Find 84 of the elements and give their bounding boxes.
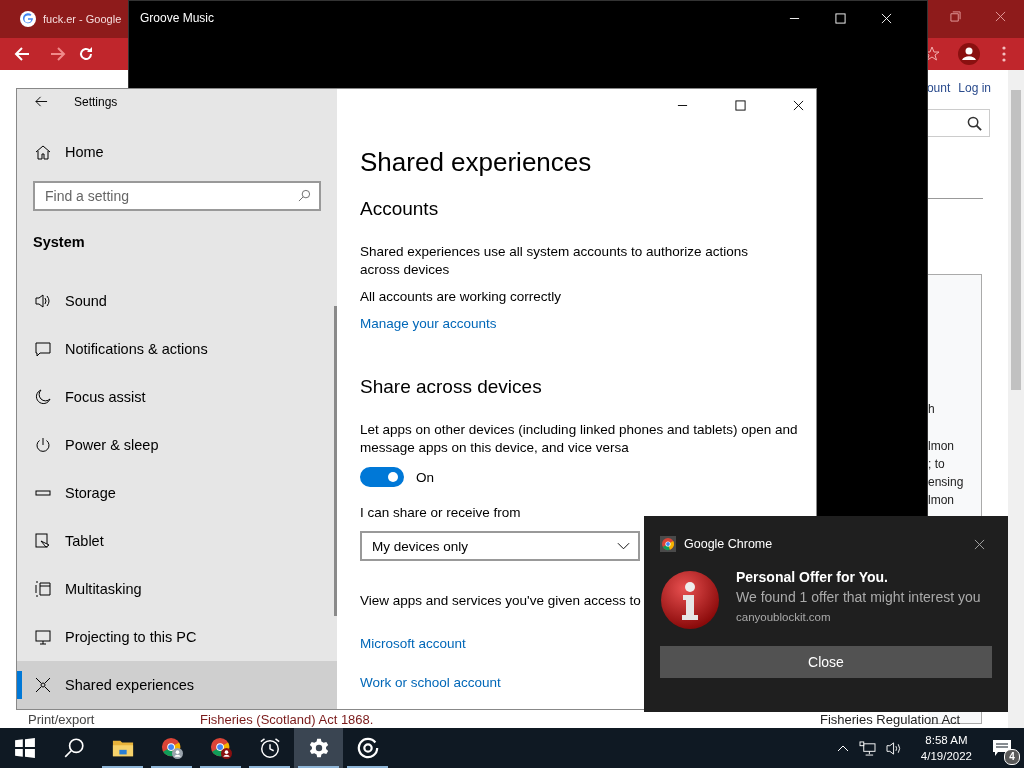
chrome-icon (160, 737, 183, 759)
info-icon (660, 570, 720, 630)
share-icon (35, 677, 51, 693)
toggle-label: On (416, 469, 434, 485)
notification-title: Personal Offer for You. (736, 568, 889, 587)
nav-item[interactable]: Tablet (17, 517, 337, 565)
back-arrow-icon[interactable] (35, 95, 48, 109)
home-icon (35, 144, 51, 161)
close-icon[interactable] (793, 99, 804, 111)
selection-indicator (17, 671, 22, 699)
browser-tab[interactable]: fuck.er - Google (0, 0, 122, 38)
home-item[interactable]: Home (17, 139, 337, 165)
section-heading: System (33, 233, 86, 252)
field-label: I can share or receive from (360, 504, 521, 522)
chrome-icon (209, 737, 232, 759)
alarm-clock-icon (258, 737, 281, 759)
menu-icon[interactable] (1002, 46, 1006, 62)
monitor-icon (35, 629, 51, 645)
nav-item[interactable]: Sound (17, 277, 337, 325)
windows-logo-icon[interactable] (13, 737, 36, 759)
close-icon[interactable] (974, 538, 985, 550)
sidebar-link[interactable]: Print/export (28, 712, 95, 728)
speaker-icon[interactable] (885, 740, 903, 756)
caret-icon[interactable] (836, 744, 849, 752)
header-link[interactable]: ount (926, 81, 951, 95)
clock[interactable]: 8:58 AM 4/19/2022 (912, 732, 980, 764)
chevron-icon (617, 542, 630, 550)
scrollbar[interactable] (334, 306, 337, 616)
section-heading: Share across devices (360, 375, 542, 399)
app-name: Google Chrome (684, 537, 774, 551)
manage-accounts-link[interactable]: Manage your accounts (360, 315, 497, 333)
page-title: Shared experiences (360, 146, 592, 179)
nav-item[interactable]: Multitasking (17, 565, 337, 613)
nav-item[interactable]: Notifications & actions (17, 325, 337, 373)
dropdown[interactable]: My devices only (360, 531, 640, 561)
nav-item[interactable]: Focus assist (17, 373, 337, 421)
maximize-icon[interactable] (735, 99, 746, 111)
search-icon (967, 116, 982, 131)
search-icon (298, 189, 311, 202)
article-text: ensing (928, 474, 965, 491)
search-field[interactable]: Find a setting (33, 181, 321, 211)
restore-icon[interactable] (950, 11, 961, 22)
speaker-icon (35, 293, 51, 309)
nav-item[interactable]: Projecting to this PC (17, 613, 337, 661)
google-icon (20, 11, 36, 27)
description-text: View apps and services you've given access to (360, 592, 641, 610)
notification-count: 4 (1004, 749, 1020, 765)
article-text: h (928, 401, 936, 418)
taskbar-app[interactable] (294, 728, 343, 768)
account-link[interactable]: Microsoft account (360, 635, 466, 653)
account-link[interactable]: Work or school account (360, 674, 501, 692)
message-icon (35, 341, 51, 357)
disc-icon (356, 737, 379, 759)
moon-icon (35, 389, 51, 405)
power-icon (35, 437, 51, 453)
description-text: Let apps on other devices (including linked phones and tablets) open and message apps on this device, and vice versa (360, 421, 799, 457)
description-text: Shared experiences use all system accounts to authorize actions across devices (360, 243, 749, 279)
close-button[interactable]: Close (660, 646, 992, 678)
scrollbar[interactable] (1008, 70, 1024, 728)
nav-item[interactable]: Storage (17, 469, 337, 517)
network-icon[interactable] (858, 740, 876, 756)
search-icon[interactable] (62, 737, 85, 759)
reload-icon[interactable] (78, 46, 94, 62)
chrome-icon (660, 536, 676, 552)
status-text: All accounts are working correctly (360, 288, 562, 306)
gear-icon (307, 737, 330, 759)
article-text: lmon (928, 492, 955, 509)
nav-item[interactable]: Power & sleep (17, 421, 337, 469)
windows-icon (35, 581, 51, 597)
notification-source: canyoublockit.com (736, 611, 832, 623)
window-title: Groove Music (140, 11, 216, 25)
toggle-switch[interactable] (360, 467, 404, 487)
profile-icon[interactable] (958, 43, 980, 65)
article-text: Fisheries (Scotland) Act 1868. (200, 712, 374, 728)
notification-message: We found 1 offer that might interest you (736, 588, 981, 607)
article-text: lmon (928, 438, 955, 455)
tablet-icon (35, 533, 51, 549)
article-text: Fisheries Regulation Act (820, 712, 961, 728)
header-link[interactable]: Log in (958, 81, 991, 95)
window-title: Settings (74, 94, 118, 109)
action-center-button[interactable]: 4 (980, 728, 1024, 768)
nav-item[interactable]: Shared experiences (17, 661, 337, 709)
section-heading: Accounts (360, 197, 439, 221)
article-text: ; to (928, 456, 946, 473)
